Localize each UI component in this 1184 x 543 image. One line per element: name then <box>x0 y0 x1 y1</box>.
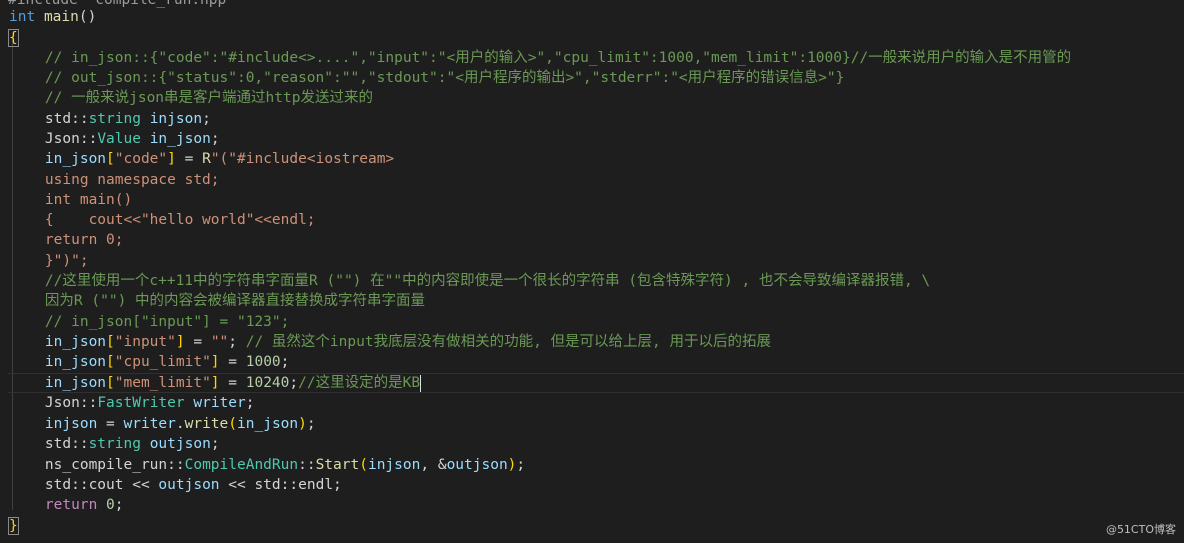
code-line-7[interactable]: Json::Value in_json; <box>10 129 220 149</box>
function-name: main <box>43 9 79 25</box>
type-name: FastWriter <box>97 395 185 411</box>
code-line-1[interactable]: int main() <box>9 7 96 27</box>
namespace: Json <box>10 395 80 411</box>
code-line-20[interactable]: Json::FastWriter writer; <box>10 393 255 413</box>
code-line-6[interactable]: std::string injson; <box>10 109 211 129</box>
code-line-14[interactable]: //这里使用一个c++11中的字符串字面量R ("") 在""中的内容即使是一个… <box>10 271 930 291</box>
code-line-25[interactable]: return 0; <box>10 495 124 515</box>
scope-op: :: <box>71 111 89 127</box>
variable: injson <box>10 416 98 432</box>
code-line-24[interactable]: std::cout << outjson << std::endl; <box>10 475 342 495</box>
variable: injson <box>367 457 421 473</box>
code-line-26[interactable]: } <box>8 516 19 536</box>
bracket: [ <box>106 151 115 167</box>
code-line-13[interactable]: }")"; <box>10 251 89 271</box>
code-line-17[interactable]: in_json["input"] = ""; // 虽然这个input我底层没有… <box>10 332 771 352</box>
code-line-12[interactable]: return 0; <box>10 230 124 250</box>
number-literal: 1000 <box>245 354 281 370</box>
code-line-21[interactable]: injson = writer.write(in_json); <box>10 414 316 434</box>
namespace: CompileAndRun <box>184 457 299 473</box>
semicolon: ; <box>202 111 211 127</box>
variable: in_json <box>10 151 107 167</box>
bracket: ] <box>167 151 176 167</box>
string-literal: "code" <box>114 151 168 167</box>
variable: writer <box>184 395 246 411</box>
type-name: string <box>88 436 141 452</box>
identifier: cout <box>88 477 124 493</box>
matching-brace: { <box>8 29 19 47</box>
namespace: std <box>10 436 72 452</box>
function-name: write <box>184 416 229 432</box>
code-line-10[interactable]: int main() <box>10 190 132 210</box>
code-line-18[interactable]: in_json["cpu_limit"] = 1000; <box>10 352 289 372</box>
code-line-23[interactable]: ns_compile_run::CompileAndRun::Start(inj… <box>10 455 525 475</box>
scope-op: :: <box>79 131 98 147</box>
function-name: Start <box>315 457 360 473</box>
punctuation: () <box>78 9 97 25</box>
identifier: endl <box>298 477 334 493</box>
keyword: return <box>10 497 98 513</box>
variable: in_json <box>237 416 299 432</box>
variable: writer <box>123 416 176 432</box>
text-cursor <box>420 374 422 392</box>
namespace: ns_compile_run <box>10 457 168 473</box>
string-literal: "("#include<iostream> <box>210 151 395 167</box>
code-line-11[interactable]: { cout<<"hello world"<<endl; <box>10 210 316 230</box>
keyword: int <box>9 9 36 25</box>
code-line-16[interactable]: // in_json["input"] = "123"; <box>10 312 289 332</box>
type-name: string <box>88 111 141 127</box>
code-line-4[interactable]: // out_json::{"status":0,"reason":"","st… <box>10 68 844 88</box>
comment: // 虽然这个input我底层没有做相关的功能, 但是可以给上层, 用于以后的拓… <box>237 334 771 350</box>
variable: in_json <box>10 375 107 391</box>
code-line-15[interactable]: 因为R ("") 中的内容会被编译器直接替换成字符串字面量 <box>10 291 425 311</box>
variable: outjson <box>158 477 220 493</box>
type-name: Value <box>97 131 141 147</box>
code-line-8[interactable]: in_json["code"] = R"("#include<iostream> <box>10 149 394 169</box>
variable: in_json <box>10 334 107 350</box>
code-line-2[interactable]: { <box>8 28 19 48</box>
code-line-5[interactable]: // 一般来说json串是客户端通过http发送过来的 <box>10 88 373 108</box>
semicolon: ; <box>210 131 220 147</box>
namespace: std <box>254 477 281 493</box>
code-line-3[interactable]: // in_json::{"code":"#include<>....","in… <box>10 48 1071 68</box>
code-editor[interactable]: #include "compile_run.hpp" int main() { … <box>0 0 1184 543</box>
string-literal: "input" <box>114 334 176 350</box>
number-literal: 0 <box>106 497 115 513</box>
variable: outjson <box>140 436 211 452</box>
string-literal: "" <box>210 334 229 350</box>
namespace: std <box>10 111 72 127</box>
variable: in_json <box>10 354 107 370</box>
watermark: @51CTO博客 <box>1105 523 1176 536</box>
number-literal: 10240 <box>245 375 290 391</box>
raw-prefix: R <box>202 151 211 167</box>
string-literal: "mem_limit" <box>114 375 211 391</box>
matching-brace: } <box>8 517 19 535</box>
code-line-19[interactable]: in_json["mem_limit"] = 10240;//这里设定的是KB <box>10 373 422 393</box>
code-line-22[interactable]: std::string outjson; <box>10 434 220 454</box>
variable: outjson <box>446 457 508 473</box>
variable: injson <box>140 111 203 127</box>
namespace: std <box>10 477 72 493</box>
namespace: Json <box>10 131 80 147</box>
variable: in_json <box>140 131 211 147</box>
string-literal: "cpu_limit" <box>114 354 211 370</box>
code-line-9[interactable]: using namespace std; <box>10 170 220 190</box>
operator: = <box>175 151 203 167</box>
comment: //这里设定的是KB <box>298 375 421 391</box>
